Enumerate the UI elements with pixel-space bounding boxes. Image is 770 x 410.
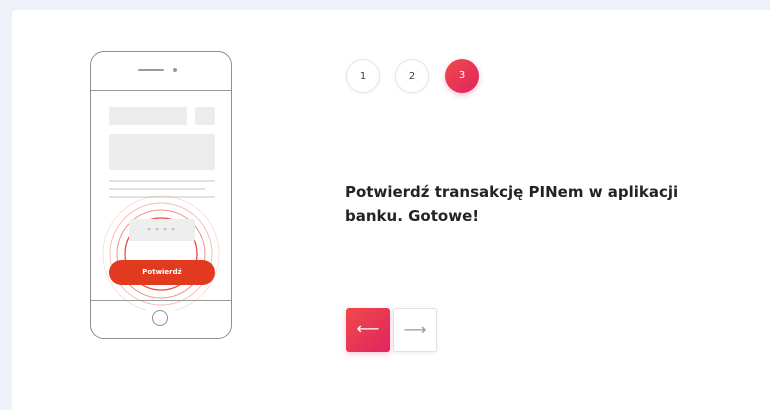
pin-input-illustration: ----	[129, 219, 195, 241]
step-2[interactable]: 2	[395, 59, 429, 93]
phone-illustration: ---- Potwierdź	[90, 51, 232, 339]
arrow-left-icon: ⟵	[356, 319, 380, 338]
phone-camera	[173, 68, 177, 72]
phone-placeholder-field	[109, 107, 187, 125]
previous-button[interactable]: ⟵	[346, 308, 390, 352]
phone-home-button	[152, 310, 168, 326]
phone-confirm-button: Potwierdź	[109, 260, 215, 285]
instruction-text: Potwierdź transakcję PINem w aplikacji b…	[345, 183, 679, 225]
phone-placeholder-card	[109, 134, 215, 170]
phone-placeholder-icon	[195, 107, 215, 125]
step-3[interactable]: 3	[445, 59, 479, 93]
phone-bottom-divider	[91, 300, 231, 301]
signal-rings	[102, 195, 220, 310]
next-button[interactable]: ⟶	[393, 308, 437, 352]
arrow-right-icon: ⟶	[403, 320, 427, 339]
step-1[interactable]: 1	[346, 59, 380, 93]
phone-speaker	[138, 69, 164, 71]
phone-top-divider	[91, 90, 231, 91]
